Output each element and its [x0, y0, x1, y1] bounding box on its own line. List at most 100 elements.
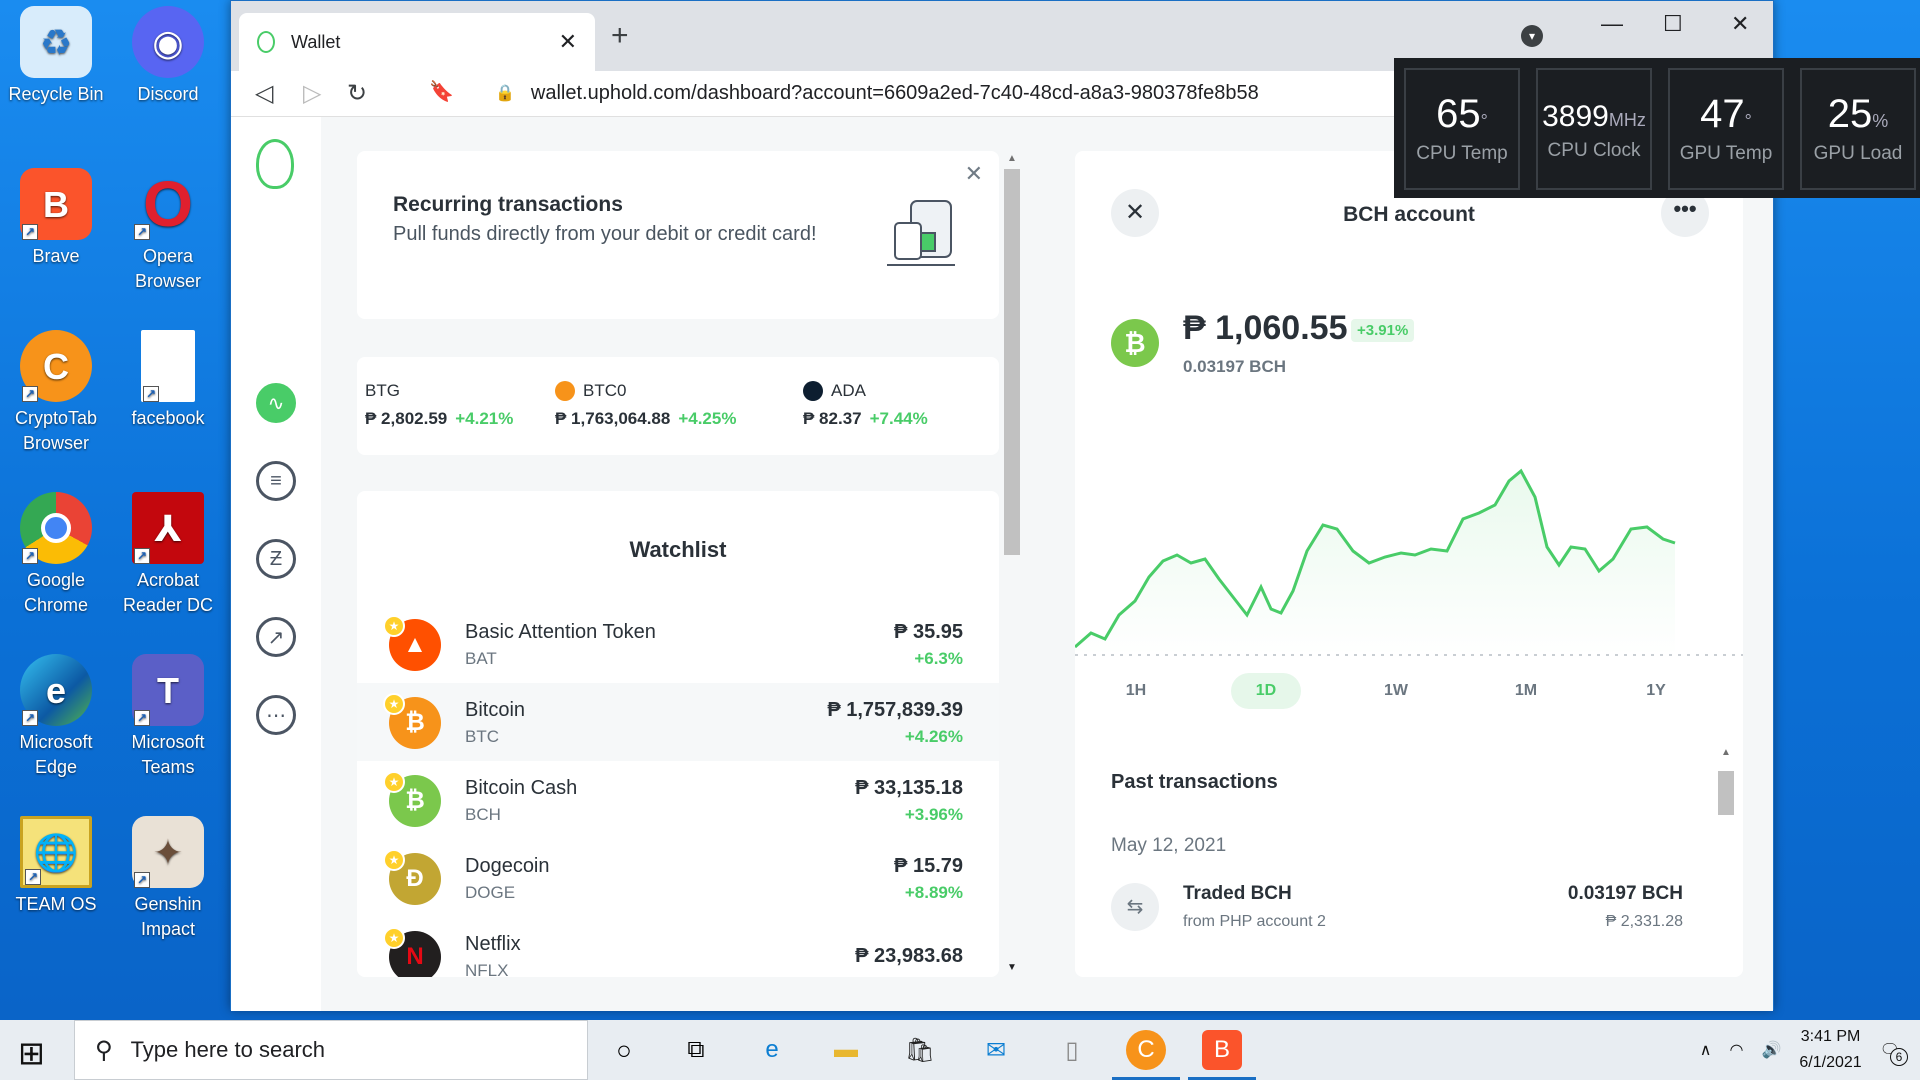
forward-icon[interactable]: ▷	[303, 79, 321, 108]
star-icon[interactable]: ★	[383, 693, 405, 715]
past-transactions-title: Past transactions	[1111, 771, 1278, 793]
ticker-item[interactable]: ADA ₱ 82.37 +7.44%	[803, 381, 928, 429]
cortana-icon[interactable]: ○	[604, 1030, 644, 1070]
desktop-icon-genshin[interactable]: ✦ ↗ Genshin Impact	[112, 816, 224, 942]
list-icon[interactable]: ≡	[256, 461, 296, 501]
uphold-logo-icon[interactable]	[256, 139, 294, 189]
taskbar: ⊞ ⚲ Type here to search ○ ⧉ e ▬ 🛍 ✉ ▯ C …	[0, 1020, 1920, 1080]
star-icon[interactable]: ★	[383, 927, 405, 949]
transactions-scrollbar[interactable]: ▲	[1715, 747, 1737, 967]
taskbar-search[interactable]: ⚲ Type here to search	[74, 1020, 588, 1080]
activity-icon[interactable]: ∿	[256, 383, 296, 423]
desktop-icon-facebook[interactable]: ↗ facebook	[112, 330, 224, 431]
meter-value: 25	[1827, 92, 1873, 136]
transaction-title[interactable]: Traded BCH	[1183, 883, 1292, 905]
watchlist-row[interactable]: ₿ ★ Bitcoin BTC ₱ 1,757,839.39 +4.26%	[357, 683, 999, 761]
period-1m[interactable]: 1M	[1491, 673, 1561, 709]
opera-icon: O ↗	[132, 168, 204, 240]
ticker-symbol: BTC0	[583, 381, 627, 400]
desktop-icon-brave[interactable]: B ↗ Brave	[0, 168, 112, 269]
tab-title: Wallet	[291, 31, 341, 52]
desktop-icon-opera[interactable]: O ↗ Opera Browser	[112, 168, 224, 294]
chrome-icon: ↗	[20, 492, 92, 564]
maximize-button[interactable]: ☐	[1663, 11, 1683, 37]
watchlist-row[interactable]: N ★ Netflix NFLX ₱ 23,983.68	[357, 917, 999, 977]
notification-icon[interactable]: 🗨 6	[1880, 1040, 1908, 1066]
mail-icon[interactable]: ✉	[976, 1030, 1016, 1070]
desktop-icon-team-os[interactable]: 🌐 ↗ TEAM OS	[0, 816, 112, 917]
back-icon[interactable]: ◁	[255, 79, 273, 108]
desktop-icon-chrome[interactable]: ↗ Google Chrome	[0, 492, 112, 618]
file-explorer-icon[interactable]: ▬	[826, 1030, 866, 1070]
period-1y[interactable]: 1Y	[1621, 673, 1691, 709]
chevron-up-icon[interactable]: ∧	[1700, 1040, 1712, 1060]
brave-taskbar-icon[interactable]: B	[1188, 1030, 1256, 1080]
lock-icon: 🔒	[495, 85, 515, 102]
desktop-icon-acrobat[interactable]: ⅄ ↗ Acrobat Reader DC	[112, 492, 224, 618]
minimize-button[interactable]: —	[1601, 11, 1623, 37]
reload-icon[interactable]: ↻	[347, 79, 367, 108]
bookmark-icon[interactable]: 🔖	[429, 79, 454, 104]
watchlist-title: Watchlist	[629, 537, 727, 562]
ticker-item[interactable]: BTC0 ₱ 1,763,064.88 +4.25%	[555, 381, 736, 429]
star-icon[interactable]: ★	[383, 615, 405, 637]
desktop-icon-cryptotab[interactable]: C ↗ CryptoTab Browser	[0, 330, 112, 456]
chart-area	[1075, 471, 1675, 655]
desktop-icon-recycle-bin[interactable]: ♻ Recycle Bin	[0, 6, 112, 107]
tab-search-icon[interactable]: ▾	[1521, 25, 1543, 47]
asset-price: ₱ 23,983.68	[855, 945, 963, 967]
close-tab-icon[interactable]: ✕	[559, 29, 577, 55]
ticker-price: ₱ 1,763,064.88	[555, 409, 671, 428]
clock[interactable]: 3:41 PM 6/1/2021	[1799, 1024, 1861, 1076]
system-tray: ∧ ◠ 🔊 3:41 PM 6/1/2021 🗨 6	[1700, 1020, 1920, 1080]
transaction-date: May 12, 2021	[1111, 835, 1227, 856]
wallet-page: ∿ ≡ Ƶ ↗ ⋯ Recurring transactions Pull fu…	[231, 117, 1773, 1011]
wifi-icon[interactable]: ◠	[1730, 1040, 1744, 1060]
watchlist-row[interactable]: ₿ ★ Bitcoin Cash BCH ₱ 33,135.18 +3.96%	[357, 761, 999, 839]
period-1w[interactable]: 1W	[1361, 673, 1431, 709]
windows-start-icon[interactable]: ⊞	[18, 1034, 45, 1072]
watchlist-row[interactable]: ▲ ★ Basic Attention Token BAT ₱ 35.95 +6…	[357, 605, 999, 683]
edge-taskbar-icon[interactable]: e	[752, 1030, 792, 1070]
asset-price: ₱ 35.95	[894, 621, 963, 643]
store-icon[interactable]: 🛍	[900, 1030, 940, 1070]
star-icon[interactable]: ★	[383, 849, 405, 871]
cryptotab-taskbar-icon[interactable]: C	[1112, 1030, 1180, 1080]
recurring-transactions-card[interactable]: Recurring transactions Pull funds direct…	[357, 151, 999, 319]
new-tab-button[interactable]: +	[611, 19, 629, 53]
change-badge: +3.91%	[1351, 319, 1415, 342]
desktop-icon-teams[interactable]: T ↗ Microsoft Teams	[112, 654, 224, 780]
desktop-icon-discord[interactable]: ◉ Discord	[112, 6, 224, 107]
swap-icon: ⇆	[1111, 883, 1159, 931]
meter-value: 47	[1700, 92, 1745, 136]
clock-date: 6/1/2021	[1799, 1054, 1862, 1071]
close-window-button[interactable]: ✕	[1731, 11, 1749, 37]
desktop-icon-edge[interactable]: e ↗ Microsoft Edge	[0, 654, 112, 780]
file-icon[interactable]: ▯	[1052, 1030, 1092, 1070]
period-1h[interactable]: 1H	[1101, 673, 1171, 709]
scrollbar-thumb[interactable]	[1718, 771, 1734, 815]
ticker-change: +4.21%	[455, 409, 514, 428]
side-navigation: ∿ ≡ Ƶ ↗ ⋯	[231, 117, 321, 1011]
trending-icon[interactable]: ↗	[256, 617, 296, 657]
more-icon[interactable]: ⋯	[256, 695, 296, 735]
watchlist-row[interactable]: Ð ★ Dogecoin DOGE ₱ 15.79 +8.89%	[357, 839, 999, 917]
meter-label: CPU Temp	[1416, 143, 1508, 164]
transaction-source: from PHP account 2	[1183, 913, 1326, 930]
transfer-icon[interactable]: Ƶ	[256, 539, 296, 579]
close-icon[interactable]: ✕	[965, 161, 983, 187]
period-1d[interactable]: 1D	[1231, 673, 1301, 709]
asset-symbol: BAT	[465, 649, 497, 668]
page-scrollbar[interactable]: ▲ ▼	[1002, 153, 1022, 973]
system-monitor-gadget: 65° CPU Temp 3899MHz CPU Clock 47° GPU T…	[1394, 58, 1920, 198]
task-view-icon[interactable]: ⧉	[676, 1030, 716, 1070]
asset-change: +4.26%	[904, 727, 963, 746]
tab-wallet[interactable]: Wallet ✕	[239, 13, 595, 71]
scrollbar-thumb[interactable]	[1004, 169, 1020, 555]
ticker-change: +7.44%	[869, 409, 928, 428]
gpu-temp-meter: 47° GPU Temp	[1668, 68, 1784, 190]
volume-icon[interactable]: 🔊	[1761, 1040, 1781, 1060]
asset-change: +6.3%	[914, 649, 963, 668]
star-icon[interactable]: ★	[383, 771, 405, 793]
ticker-item[interactable]: BTG ₱ 2,802.59 +4.21%	[365, 381, 513, 429]
